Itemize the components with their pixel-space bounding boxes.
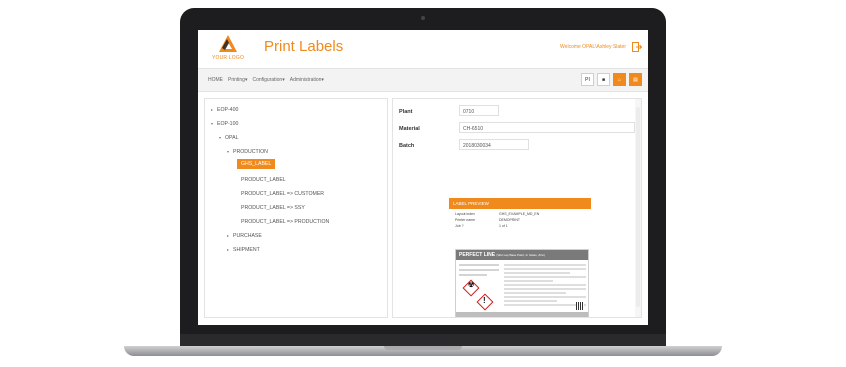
batch-field[interactable]: 2018030034 [459, 139, 529, 150]
tree-node-label: PRODUCT_LABEL => PRODUCTION [241, 219, 330, 225]
preview-row: Job ? 1 of 1 [455, 224, 539, 228]
tree-node-label: PRODUCT_LABEL => CUSTOMER [241, 191, 325, 197]
laptop-frame: YOUR LOGO Print Labels Welcome OPAL\Ashl… [0, 0, 846, 367]
home-button[interactable]: ⌂ [613, 73, 626, 86]
nav-printing[interactable]: Printing▾ [228, 77, 247, 83]
scroll-thumb[interactable] [636, 107, 640, 307]
preview-value: 1 of 1 [499, 224, 508, 228]
plant-label: Plant [399, 109, 413, 115]
logout-icon[interactable] [632, 42, 642, 52]
nav-menu: HOME Printing▾ Configuration▾ Administra… [208, 77, 324, 83]
label-text-block [459, 264, 499, 279]
tree-node-label: PRODUCTION [233, 149, 268, 155]
tree-leaf[interactable]: PRODUCT_LABEL [241, 177, 286, 183]
label-preview-header: LABEL PREVIEW [449, 198, 591, 209]
laptop-notch [384, 346, 462, 350]
logo[interactable]: YOUR LOGO [210, 34, 246, 64]
details-panel: Plant 0710 Material CH-6510 Batch 201803… [392, 98, 642, 318]
tree-node-label: PRODUCT_LABEL => SSY [241, 205, 305, 211]
app-screen: YOUR LOGO Print Labels Welcome OPAL\Ashl… [198, 30, 648, 325]
tree-node[interactable]: ▾ PRODUCTION [227, 149, 268, 155]
settings-button[interactable]: ▤ [629, 73, 642, 86]
label-hazard-text [504, 264, 586, 308]
tree-node-label: PRODUCT_LABEL [241, 177, 286, 183]
material-field[interactable]: CH-6510 [459, 122, 635, 133]
ghs-label-preview: PERFECT LINE (Wet Lap Base Paint, In Gla… [455, 249, 589, 317]
batch-label: Batch [399, 143, 415, 149]
tree-node[interactable]: ▸ EOP-400 [211, 107, 238, 113]
folder-button[interactable]: ■ [597, 73, 610, 86]
tree-leaf-selected[interactable]: GHS_LABEL [237, 159, 276, 169]
tree-node-label: GHS_LABEL [237, 159, 276, 169]
tree-node[interactable]: ▾ OPAL [219, 135, 238, 141]
tree-leaf[interactable]: PRODUCT_LABEL => SSY [241, 205, 305, 211]
preview-key: Job ? [455, 224, 464, 228]
tree-node-label: OPAL [225, 135, 239, 141]
label-product-name: PERFECT LINE [459, 252, 496, 258]
exclamation-glyph-icon: ! [483, 296, 486, 305]
tree-node[interactable]: ▸ SHIPMENT [227, 247, 260, 253]
plant-field[interactable]: 0710 [459, 105, 499, 116]
nav-administration[interactable]: Administration▾ [290, 77, 324, 83]
toolbar: PI ■ ⌂ ▤ [581, 73, 642, 86]
tree-node-label: PURCHASE [233, 233, 262, 239]
tree-node-label: SHIPMENT [233, 247, 260, 253]
tree-node[interactable]: ▾ EOP-100 [211, 121, 238, 127]
label-tree: ▸ EOP-400 ▾ EOP-100 ▾ OPAL ▾ PRODUCTION GHS_… [204, 98, 388, 318]
nav-configuration[interactable]: Configuration▾ [252, 77, 284, 83]
flame-glyph-icon: ☢ [468, 282, 475, 289]
label-footer [456, 312, 588, 317]
preview-key: Layout index [455, 212, 475, 216]
app-header: YOUR LOGO Print Labels Welcome OPAL\Ashl… [198, 30, 648, 66]
preview-value: DEMOPRINT [499, 218, 520, 222]
details-scrollbar[interactable] [635, 99, 641, 317]
nav-home[interactable]: HOME [208, 77, 223, 83]
tree-leaf[interactable]: PRODUCT_LABEL => CUSTOMER [241, 191, 324, 197]
camera-icon [421, 16, 425, 20]
material-label: Material [399, 126, 420, 132]
label-product-title: PERFECT LINE (Wet Lap Base Paint, In Gla… [456, 250, 588, 260]
preview-key: Printer name [455, 218, 476, 222]
tree-node-label: EOP-100 [217, 121, 239, 127]
logo-text: YOUR LOGO [211, 55, 245, 61]
preview-row: Layout index GHS_EXAMPLE_MD_EN [455, 212, 539, 216]
label-product-subtitle: (Wet Lap Base Paint, In Glass, Zinc) [496, 253, 545, 257]
label-preview-info: Layout index GHS_EXAMPLE_MD_EN Printer na… [455, 212, 539, 230]
laptop-chin [180, 334, 666, 346]
preview-value: GHS_EXAMPLE_MD_EN [499, 212, 540, 216]
print-button[interactable]: PI [581, 73, 594, 86]
tree-leaf[interactable]: PRODUCT_LABEL => PRODUCTION [241, 219, 329, 225]
nav-bar: HOME Printing▾ Configuration▾ Administra… [198, 68, 648, 92]
tree-node[interactable]: ▸ PURCHASE [227, 233, 262, 239]
preview-row: Printer name DEMOPRINT [455, 218, 539, 222]
page-title: Print Labels [264, 38, 344, 55]
welcome-user: Welcome OPAL\Ashley Slater [560, 44, 626, 50]
logo-icon [219, 35, 237, 52]
qr-code-icon [576, 302, 584, 310]
tree-node-label: EOP-400 [217, 107, 239, 113]
